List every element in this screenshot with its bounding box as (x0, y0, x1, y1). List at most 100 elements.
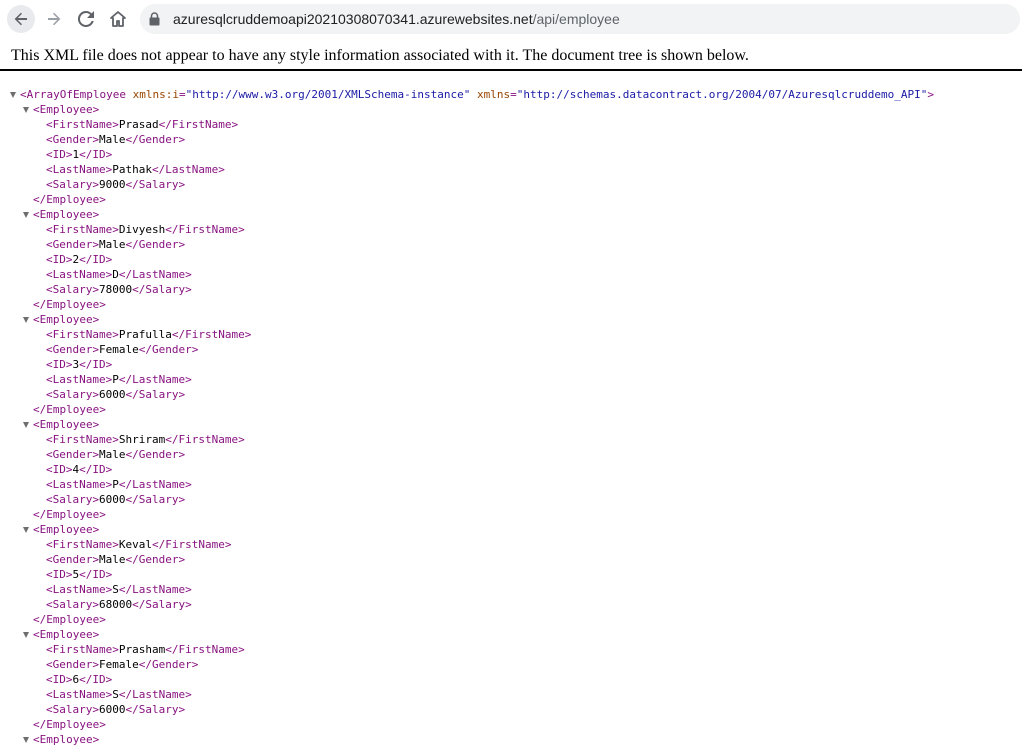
xml-tree: <ArrayOfEmployee xmlns:i="http://www.w3.… (0, 87, 1022, 747)
employee-field-salary: <Salary>68000</Salary> (0, 597, 1022, 612)
field-close-tag: </ID> (79, 358, 113, 371)
collapse-triangle-icon[interactable] (23, 632, 29, 638)
field-close-tag: </LastName> (118, 688, 192, 701)
employee-field-salary: <Salary>6000</Salary> (0, 387, 1022, 402)
employee-field-lastname: <LastName>P</LastName> (0, 477, 1022, 492)
root-tag-close-bracket: > (927, 88, 934, 101)
field-open-tag: <Gender> (46, 448, 99, 461)
root-attr2-name: xmlns (476, 88, 511, 101)
field-close-tag: </FirstName> (165, 433, 245, 446)
field-value: P (112, 373, 119, 386)
field-close-tag: </ID> (79, 148, 113, 161)
attr-equals: = (510, 88, 517, 101)
field-close-tag: </Gender> (125, 553, 186, 566)
field-close-tag: </Gender> (125, 448, 186, 461)
employee-open-tag: <Employee> (33, 208, 100, 221)
employee-field-id: <ID>1</ID> (0, 147, 1022, 162)
employee-field-id: <ID>2</ID> (0, 252, 1022, 267)
employee-open-line: <Employee> (0, 102, 1022, 117)
employee-close-line: </Employee> (0, 402, 1022, 417)
field-close-tag: </ID> (79, 463, 113, 476)
browser-toolbar: azuresqlcruddemoapi20210308070341.azurew… (0, 0, 1022, 38)
employee-open-line: <Employee> (0, 522, 1022, 537)
trailing-employee-line: <Employee> (0, 732, 1022, 747)
collapse-triangle-icon[interactable] (23, 317, 29, 323)
field-value: Female (98, 343, 139, 356)
collapse-triangle-icon[interactable] (23, 212, 29, 218)
xml-style-notice: This XML file does not appear to have an… (0, 38, 1022, 71)
field-close-tag: </Gender> (138, 343, 199, 356)
field-value: Male (98, 448, 126, 461)
field-close-tag: </ID> (79, 253, 113, 266)
employee-field-firstname: <FirstName>Prasham</FirstName> (0, 642, 1022, 657)
field-open-tag: <Gender> (46, 658, 99, 671)
field-value: D (112, 268, 119, 281)
employee-close-tag: </Employee> (33, 298, 106, 311)
field-value: S (112, 583, 119, 596)
collapse-triangle-icon[interactable] (23, 107, 29, 113)
employee-open-tag: <Employee> (33, 628, 100, 641)
field-close-tag: </Gender> (138, 658, 199, 671)
field-value: P (112, 478, 119, 491)
employee-close-line: </Employee> (0, 297, 1022, 312)
employee-field-lastname: <LastName>Pathak</LastName> (0, 162, 1022, 177)
lock-icon[interactable] (149, 12, 160, 26)
field-open-tag: <ID> (46, 463, 73, 476)
field-open-tag: <Salary> (46, 703, 99, 716)
field-open-tag: <FirstName> (46, 223, 119, 236)
field-open-tag: <Salary> (46, 283, 99, 296)
address-bar[interactable]: azuresqlcruddemoapi20210308070341.azurew… (140, 4, 1020, 34)
employee-field-id: <ID>4</ID> (0, 462, 1022, 477)
field-open-tag: <LastName> (46, 268, 113, 281)
field-open-tag: <ID> (46, 568, 73, 581)
field-close-tag: </ID> (79, 673, 113, 686)
field-value: Keval (118, 538, 152, 551)
field-value: Shriram (118, 433, 166, 446)
back-button[interactable] (7, 5, 35, 33)
employee-field-firstname: <FirstName>Shriram</FirstName> (0, 432, 1022, 447)
employee-open-tag: <Employee> (33, 523, 100, 536)
field-value: 6000 (98, 703, 126, 716)
field-close-tag: </FirstName> (158, 118, 239, 131)
field-open-tag: <FirstName> (46, 118, 119, 131)
employee-close-line: </Employee> (0, 507, 1022, 522)
field-value: 78000 (98, 283, 133, 296)
employee-close-line: </Employee> (0, 717, 1022, 732)
root-tag-name: ArrayOfEmployee (26, 88, 126, 101)
root-attr1-name: xmlns:i (132, 88, 179, 101)
employee-field-id: <ID>5</ID> (0, 567, 1022, 582)
field-open-tag: <ID> (46, 253, 73, 266)
employee-field-id: <ID>3</ID> (0, 357, 1022, 372)
employee-list: <Employee> <FirstName>Prasad</FirstName> <… (0, 102, 1022, 732)
url-text: azuresqlcruddemoapi20210308070341.azurew… (173, 11, 620, 27)
collapse-triangle-icon[interactable] (23, 737, 29, 743)
employee-open-line: <Employee> (0, 417, 1022, 432)
field-close-tag: </FirstName> (171, 328, 252, 341)
employee-field-salary: <Salary>78000</Salary> (0, 282, 1022, 297)
employee-field-gender: <Gender>Female</Gender> (0, 342, 1022, 357)
home-button[interactable] (104, 5, 132, 33)
collapse-triangle-icon[interactable] (23, 422, 29, 428)
collapse-triangle-icon[interactable] (10, 92, 16, 98)
employee-close-line: </Employee> (0, 612, 1022, 627)
field-close-tag: </LastName> (118, 373, 192, 386)
field-close-tag: </LastName> (118, 478, 192, 491)
employee-close-tag: </Employee> (33, 613, 106, 626)
field-open-tag: <Salary> (46, 388, 99, 401)
reload-button[interactable] (72, 5, 100, 33)
employee-field-lastname: <LastName>S</LastName> (0, 687, 1022, 702)
employee-field-firstname: <FirstName>Keval</FirstName> (0, 537, 1022, 552)
field-open-tag: <ID> (46, 673, 73, 686)
field-value: Prasad (118, 118, 159, 131)
field-open-tag: <ID> (46, 358, 73, 371)
url-path: /api/employee (532, 11, 620, 27)
root-open-line: <ArrayOfEmployee xmlns:i="http://www.w3.… (0, 87, 1022, 102)
arrow-left-icon (14, 12, 27, 26)
employee-open-tag: <Employee> (33, 103, 100, 116)
root-attr1-value: "http://www.w3.org/2001/XMLSchema-instan… (185, 88, 471, 101)
forward-button[interactable] (40, 5, 68, 33)
collapse-triangle-icon[interactable] (23, 527, 29, 533)
field-open-tag: <LastName> (46, 688, 113, 701)
employee-field-id: <ID>6</ID> (0, 672, 1022, 687)
field-open-tag: <Gender> (46, 343, 99, 356)
